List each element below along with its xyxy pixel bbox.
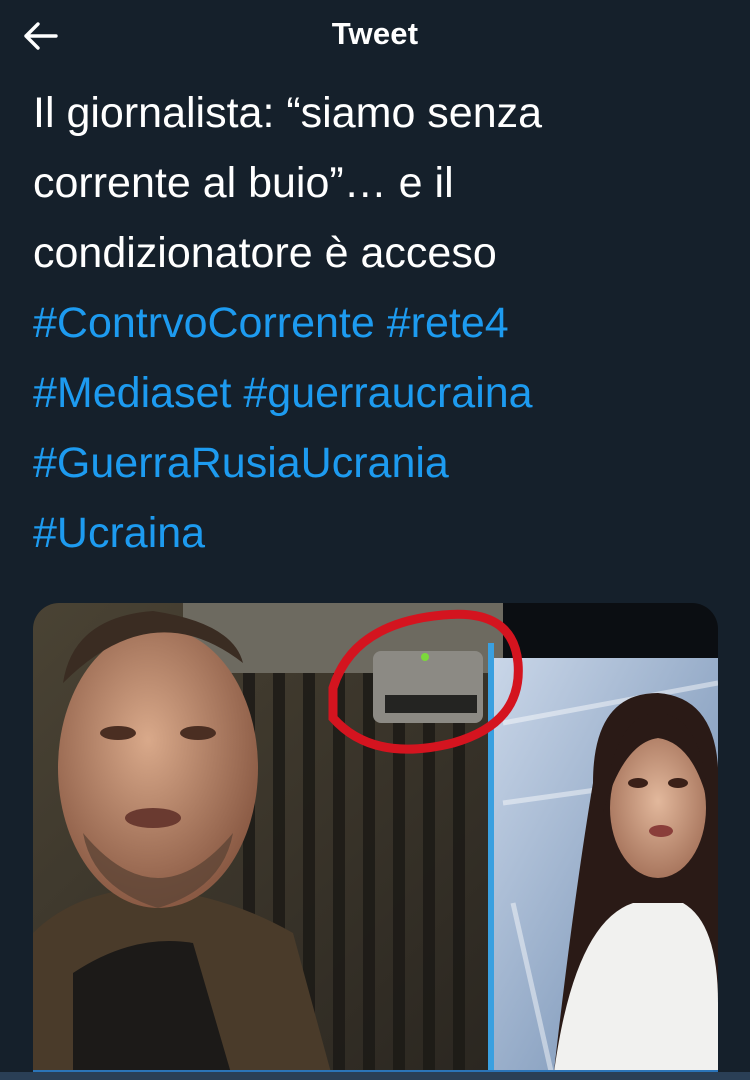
hashtag-link[interactable]: #rete4 [387,299,509,347]
hashtag-link[interactable]: #Mediaset [33,369,231,417]
hashtag-link[interactable]: #Ucraina [33,509,205,557]
hashtag-link[interactable]: #GuerraRusiaUcrania [33,439,449,487]
tweet-text: Il giornalista: “siamo senza corrente al… [33,78,723,568]
top-bar: Tweet [0,0,750,72]
tweet-media-photo[interactable] [33,603,718,1080]
tweet-text-line: Il giornalista: “siamo senza [33,89,543,137]
hashtag-link[interactable]: #guerraucraina [243,369,532,417]
bottom-divider [0,1072,750,1080]
tweet-detail-screen: Tweet Il giornalista: “siamo senza corre… [0,0,750,1080]
tweet-text-line: corrente al buio”… e il [33,159,454,207]
hashtag-link[interactable]: #ContrvoCorrente [33,299,375,347]
tv-split-screen-photo [33,603,718,1080]
tweet-text-line: condizionatore è acceso [33,229,497,277]
page-title: Tweet [331,16,419,51]
